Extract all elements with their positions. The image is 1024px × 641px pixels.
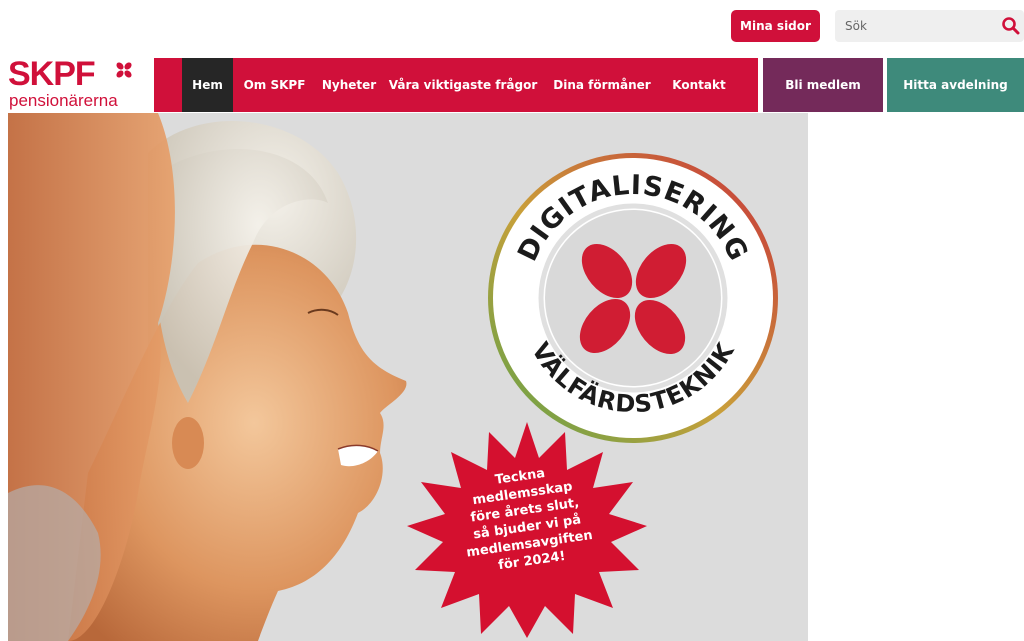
hitta-avdelning-button[interactable]: Hitta avdelning: [887, 58, 1024, 112]
search-input[interactable]: [835, 10, 995, 42]
nav-item-hem[interactable]: Hem: [182, 58, 233, 112]
nav-item-vara-viktigaste-fragor[interactable]: Våra viktigaste frågor: [389, 58, 538, 112]
skpf-logo[interactable]: SKPF pensionärerna: [8, 55, 138, 113]
clover-logo-icon: [116, 62, 132, 78]
hero-banner[interactable]: DIGITALISERING VÄLFÄRDSTEKNIK Teckna med…: [8, 113, 808, 641]
bli-medlem-button[interactable]: Bli medlem: [763, 58, 883, 112]
main-nav: Hem Om SKPF Nyheter Våra viktigaste fråg…: [154, 58, 758, 112]
nav-item-dina-formaner[interactable]: Dina förmåner: [547, 58, 657, 112]
search-box: [835, 10, 1024, 42]
nav-item-nyheter[interactable]: Nyheter: [315, 58, 383, 112]
nav-item-kontakt[interactable]: Kontakt: [662, 58, 736, 112]
mina-sidor-button[interactable]: Mina sidor: [731, 10, 820, 42]
logo-wordmark: SKPF: [8, 55, 96, 93]
nav-item-om-skpf[interactable]: Om SKPF: [234, 58, 315, 112]
search-icon[interactable]: [1001, 16, 1021, 36]
logo-subtitle: pensionärerna: [9, 91, 118, 110]
top-bar: Mina sidor: [0, 0, 1024, 56]
digitalisering-badge: DIGITALISERING VÄLFÄRDSTEKNIK: [488, 153, 778, 443]
